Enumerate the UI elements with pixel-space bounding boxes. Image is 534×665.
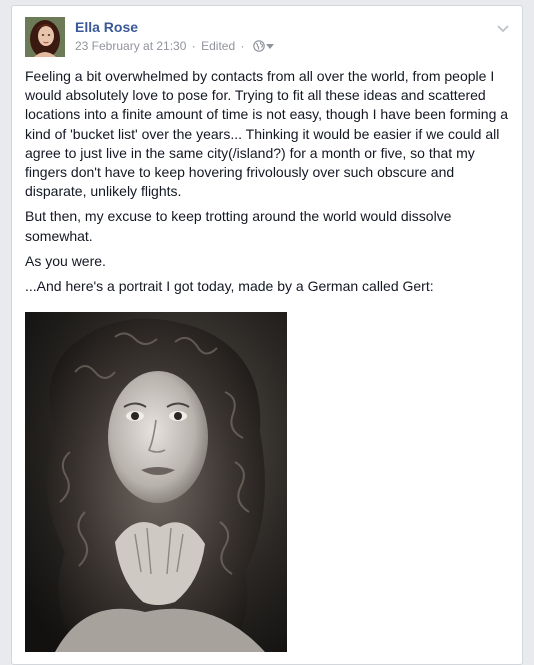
avatar[interactable] [25, 17, 65, 57]
portrait-image [25, 312, 287, 652]
avatar-image [25, 17, 65, 57]
portrait-photo[interactable] [25, 312, 287, 652]
chevron-down-icon [497, 25, 509, 33]
post-paragraph: As you were. [25, 252, 106, 269]
post-timestamp[interactable]: 23 February at 21:30 [75, 39, 186, 53]
post-body: Feeling a bit overwhelmed by contacts fr… [25, 67, 513, 302]
post-meta: 23 February at 21:30 · Edited · [75, 39, 274, 53]
post-paragraph: Feeling a bit overwhelmed by contacts fr… [25, 68, 509, 200]
post-card: Ella Rose 23 February at 21:30 · Edited … [11, 5, 523, 665]
audience-selector[interactable] [250, 39, 274, 53]
author-name[interactable]: Ella Rose [75, 19, 138, 35]
audience-caret-icon [265, 44, 274, 49]
meta-separator: · [240, 39, 245, 53]
post-options-button[interactable] [496, 21, 510, 33]
post-paragraph: But then, my excuse to keep trotting aro… [25, 208, 452, 244]
globe-icon [253, 40, 265, 52]
meta-separator: · [191, 39, 196, 53]
post-header: Ella Rose 23 February at 21:30 · Edited … [25, 17, 510, 59]
edited-label[interactable]: Edited [201, 39, 235, 53]
post-paragraph: ...And here's a portrait I got today, ma… [25, 278, 434, 295]
